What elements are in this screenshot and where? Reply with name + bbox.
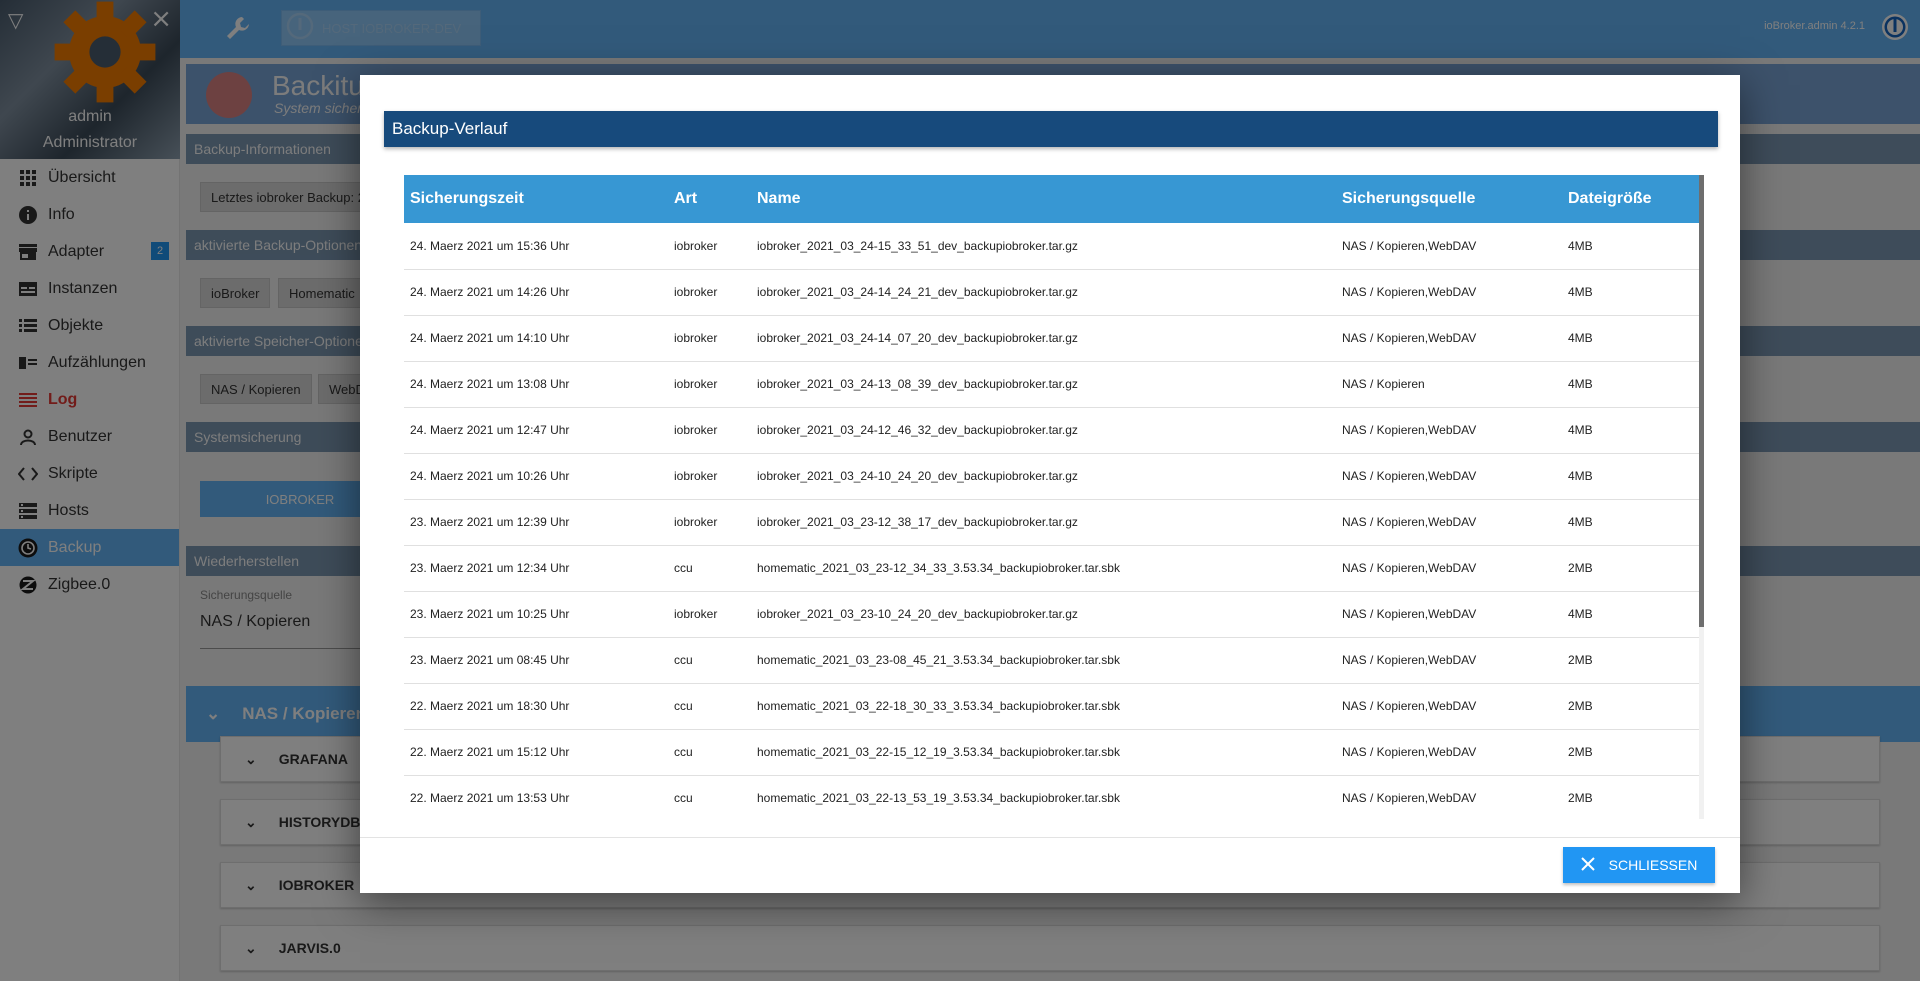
cell-time: 22. Maerz 2021 um 15:12 Uhr [404, 729, 668, 776]
cell-size: 4MB [1562, 361, 1704, 408]
cell-source: NAS / Kopieren [1336, 361, 1562, 408]
table-row[interactable]: 23. Maerz 2021 um 10:25 Uhr iobroker iobro… [404, 591, 1704, 638]
cell-source: NAS / Kopieren,WebDAV [1336, 269, 1562, 316]
cell-source: NAS / Kopieren,WebDAV [1336, 407, 1562, 454]
table-row[interactable]: 24. Maerz 2021 um 15:36 Uhr iobroker iobro… [404, 223, 1704, 270]
cell-size: 2MB [1562, 775, 1704, 819]
table-row[interactable]: 23. Maerz 2021 um 12:39 Uhr iobroker iobro… [404, 499, 1704, 546]
cell-source: NAS / Kopieren,WebDAV [1336, 453, 1562, 500]
cell-size: 4MB [1562, 499, 1704, 546]
dialog-title: Backup-Verlauf [384, 111, 1718, 147]
cell-type: iobroker [668, 315, 751, 362]
cell-time: 24. Maerz 2021 um 10:26 Uhr [404, 453, 668, 500]
col-header-type: Art [668, 175, 751, 223]
table-row[interactable]: 24. Maerz 2021 um 14:10 Uhr iobroker iobro… [404, 315, 1704, 362]
col-header-size: Dateigröße [1562, 175, 1704, 223]
cell-source: NAS / Kopieren,WebDAV [1336, 223, 1562, 270]
table-row[interactable]: 24. Maerz 2021 um 13:08 Uhr iobroker iobro… [404, 361, 1704, 408]
cell-type: iobroker [668, 361, 751, 408]
col-header-time: Sicherungszeit [404, 175, 668, 223]
table-row[interactable]: 22. Maerz 2021 um 13:53 Uhr ccu homematic_… [404, 775, 1704, 819]
cell-name: iobroker_2021_03_24-10_24_20_dev_backupi… [751, 453, 1336, 500]
backup-history-table: Sicherungszeit Art Name Sicherungsquelle… [404, 175, 1704, 819]
cell-time: 24. Maerz 2021 um 15:36 Uhr [404, 223, 668, 270]
cell-type: ccu [668, 775, 751, 819]
cell-type: iobroker [668, 591, 751, 638]
table-row[interactable]: 22. Maerz 2021 um 18:30 Uhr ccu homematic_… [404, 683, 1704, 730]
cell-size: 2MB [1562, 637, 1704, 684]
cell-time: 22. Maerz 2021 um 18:30 Uhr [404, 683, 668, 730]
cell-time: 24. Maerz 2021 um 14:26 Uhr [404, 269, 668, 316]
table-header-row: Sicherungszeit Art Name Sicherungsquelle… [404, 175, 1704, 223]
table-body: 24. Maerz 2021 um 15:36 Uhr iobroker iobro… [404, 223, 1704, 819]
cell-name: iobroker_2021_03_24-14_24_21_dev_backupi… [751, 269, 1336, 316]
cell-time: 24. Maerz 2021 um 14:10 Uhr [404, 315, 668, 362]
cell-name: iobroker_2021_03_23-12_38_17_dev_backupi… [751, 499, 1336, 546]
cell-type: ccu [668, 637, 751, 684]
cell-size: 4MB [1562, 315, 1704, 362]
cell-source: NAS / Kopieren,WebDAV [1336, 591, 1562, 638]
cell-time: 24. Maerz 2021 um 13:08 Uhr [404, 361, 668, 408]
dialog-footer-divider [360, 837, 1740, 838]
cell-time: 23. Maerz 2021 um 08:45 Uhr [404, 637, 668, 684]
col-header-source: Sicherungsquelle [1336, 175, 1562, 223]
close-dialog-button[interactable]: SCHLIESSEN [1563, 847, 1715, 883]
table-row[interactable]: 22. Maerz 2021 um 15:12 Uhr ccu homematic_… [404, 729, 1704, 776]
cell-source: NAS / Kopieren,WebDAV [1336, 315, 1562, 362]
cell-name: homematic_2021_03_22-15_12_19_3.53.34_ba… [751, 729, 1336, 776]
cell-size: 2MB [1562, 729, 1704, 776]
cell-name: iobroker_2021_03_24-15_33_51_dev_backupi… [751, 223, 1336, 270]
cell-time: 23. Maerz 2021 um 12:39 Uhr [404, 499, 668, 546]
table-row[interactable]: 24. Maerz 2021 um 14:26 Uhr iobroker iobro… [404, 269, 1704, 316]
cell-name: homematic_2021_03_23-08_45_21_3.53.34_ba… [751, 637, 1336, 684]
cell-name: iobroker_2021_03_24-13_08_39_dev_backupi… [751, 361, 1336, 408]
close-button-label: SCHLIESSEN [1608, 857, 1698, 873]
cell-name: iobroker_2021_03_23-10_24_20_dev_backupi… [751, 591, 1336, 638]
cell-time: 24. Maerz 2021 um 12:47 Uhr [404, 407, 668, 454]
cell-name: homematic_2021_03_22-13_53_19_3.53.34_ba… [751, 775, 1336, 819]
cell-type: iobroker [668, 499, 751, 546]
cell-type: ccu [668, 545, 751, 592]
close-icon [1580, 856, 1595, 874]
cell-type: iobroker [668, 453, 751, 500]
table-row[interactable]: 23. Maerz 2021 um 12:34 Uhr ccu homematic_… [404, 545, 1704, 592]
col-header-name: Name [751, 175, 1336, 223]
cell-size: 4MB [1562, 223, 1704, 270]
cell-source: NAS / Kopieren,WebDAV [1336, 775, 1562, 819]
cell-source: NAS / Kopieren,WebDAV [1336, 499, 1562, 546]
cell-type: iobroker [668, 223, 751, 270]
cell-time: 22. Maerz 2021 um 13:53 Uhr [404, 775, 668, 819]
table-row[interactable]: 24. Maerz 2021 um 10:26 Uhr iobroker iobro… [404, 453, 1704, 500]
cell-time: 23. Maerz 2021 um 10:25 Uhr [404, 591, 668, 638]
table-row[interactable]: 23. Maerz 2021 um 08:45 Uhr ccu homematic_… [404, 637, 1704, 684]
cell-source: NAS / Kopieren,WebDAV [1336, 637, 1562, 684]
cell-size: 4MB [1562, 453, 1704, 500]
cell-type: ccu [668, 683, 751, 730]
backup-history-dialog: Backup-Verlauf Sicherungszeit Art Name S… [360, 75, 1740, 893]
cell-name: iobroker_2021_03_24-14_07_20_dev_backupi… [751, 315, 1336, 362]
cell-size: 2MB [1562, 683, 1704, 730]
cell-name: homematic_2021_03_23-12_34_33_3.53.34_ba… [751, 545, 1336, 592]
cell-size: 4MB [1562, 407, 1704, 454]
cell-source: NAS / Kopieren,WebDAV [1336, 729, 1562, 776]
cell-source: NAS / Kopieren,WebDAV [1336, 545, 1562, 592]
cell-time: 23. Maerz 2021 um 12:34 Uhr [404, 545, 668, 592]
cell-type: iobroker [668, 407, 751, 454]
table-row[interactable]: 24. Maerz 2021 um 12:47 Uhr iobroker iobro… [404, 407, 1704, 454]
cell-type: ccu [668, 729, 751, 776]
cell-source: NAS / Kopieren,WebDAV [1336, 683, 1562, 730]
cell-size: 4MB [1562, 591, 1704, 638]
table-scrollbar-thumb[interactable] [1699, 175, 1704, 627]
history-table-container[interactable]: Sicherungszeit Art Name Sicherungsquelle… [404, 175, 1704, 819]
cell-name: iobroker_2021_03_24-12_46_32_dev_backupi… [751, 407, 1336, 454]
cell-type: iobroker [668, 269, 751, 316]
cell-size: 4MB [1562, 269, 1704, 316]
cell-name: homematic_2021_03_22-18_30_33_3.53.34_ba… [751, 683, 1336, 730]
cell-size: 2MB [1562, 545, 1704, 592]
